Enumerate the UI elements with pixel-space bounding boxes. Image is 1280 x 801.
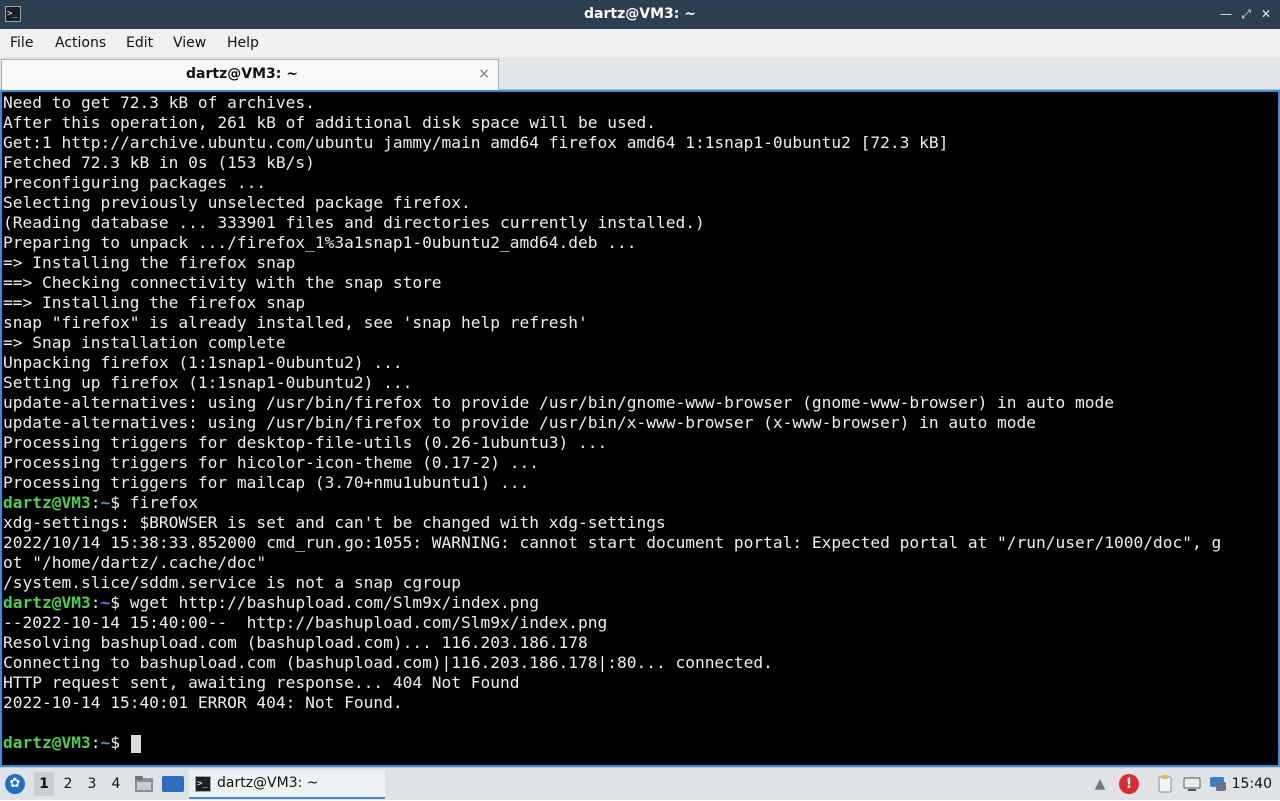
terminal-line: Processing triggers for mailcap (3.70+nm…	[3, 473, 530, 492]
minimize-icon[interactable]: —	[1218, 6, 1234, 22]
workspace-3[interactable]: 3	[82, 772, 102, 796]
network-icon[interactable]	[1182, 774, 1202, 794]
terminal-line: Connecting to bashupload.com (bashupload…	[3, 653, 773, 672]
terminal-line: Get:1 http://archive.ubuntu.com/ubuntu j…	[3, 133, 949, 152]
terminal-line: After this operation, 261 kB of addition…	[3, 113, 656, 132]
prompt-separator: :	[90, 593, 101, 612]
clipboard-icon[interactable]	[1155, 774, 1175, 794]
terminal-line: Setting up firefox (1:1snap1-0ubuntu2) .…	[3, 373, 413, 392]
maximize-icon[interactable]: ⤢	[1238, 6, 1254, 22]
prompt-separator: :	[90, 493, 101, 512]
chat-icon[interactable]	[1208, 774, 1228, 794]
command-text	[120, 733, 130, 752]
terminal-line: 2022-10-14 15:40:01 ERROR 404: Not Found…	[3, 693, 403, 712]
menu-edit[interactable]: Edit	[126, 29, 153, 57]
tab-bar: dartz@VM3: ~ ×	[0, 57, 1280, 90]
terminal-line: (Reading database ... 333901 files and d…	[3, 213, 705, 232]
terminal-line: /system.slice/sddm.service is not a snap…	[3, 573, 462, 592]
prompt-user-host: dartz@VM3	[3, 593, 91, 612]
terminal-line: Preconfiguring packages ...	[3, 173, 267, 192]
menu-actions[interactable]: Actions	[55, 29, 106, 57]
tab-label: dartz@VM3: ~	[186, 66, 298, 82]
terminal-line: dartz@VM3:~$	[3, 733, 1258, 753]
terminal-line: Unpacking firefox (1:1snap1-0ubuntu2) ..…	[3, 353, 403, 372]
terminal-line: ==> Installing the firefox snap	[3, 293, 306, 312]
tab-close-icon[interactable]: ×	[478, 60, 490, 88]
prompt-user-host: dartz@VM3	[3, 493, 91, 512]
terminal-line: Processing triggers for desktop-file-uti…	[3, 433, 608, 452]
menu-help[interactable]: Help	[227, 29, 259, 57]
prompt-symbol: $	[110, 733, 120, 752]
terminal-icon: >_	[195, 776, 211, 792]
terminal-line: ot "/home/dartz/.cache/doc"	[3, 553, 267, 572]
text-cursor	[130, 734, 141, 753]
terminal-line: => Snap installation complete	[3, 333, 286, 352]
prompt-user-host: dartz@VM3	[3, 733, 91, 752]
terminal-line: Selecting previously unselected package …	[3, 193, 471, 212]
clock[interactable]: 15:40	[1232, 768, 1272, 801]
prompt-symbol: $	[110, 493, 120, 512]
prompt-path: ~	[100, 593, 111, 612]
terminal-line: snap "firefox" is already installed, see…	[3, 313, 588, 332]
terminal-line: Preparing to unpack .../firefox_1%3a1sna…	[3, 233, 637, 252]
tab-terminal[interactable]: dartz@VM3: ~ ×	[1, 59, 499, 90]
prompt-separator: :	[90, 733, 101, 752]
terminal-line: Resolving bashupload.com (bashupload.com…	[3, 633, 588, 652]
task-label: dartz@VM3: ~	[217, 775, 319, 791]
terminal-line: xdg-settings: $BROWSER is set and can't …	[3, 513, 666, 532]
terminal-line: HTTP request sent, awaiting response... …	[3, 673, 520, 692]
menu-bar: File Actions Edit View Help	[0, 29, 1280, 57]
terminal-line: update-alternatives: using /usr/bin/fire…	[3, 413, 1037, 432]
menu-file[interactable]: File	[10, 29, 33, 57]
workspace-2[interactable]: 2	[58, 772, 78, 796]
terminal-line: update-alternatives: using /usr/bin/fire…	[3, 393, 1115, 412]
terminal-line: 2022/10/14 15:38:33.852000 cmd_run.go:10…	[3, 533, 1222, 552]
command-text: firefox	[119, 493, 198, 512]
command-text: wget http://bashupload.com/Slm9x/index.p…	[119, 593, 540, 612]
workspace-1[interactable]: 1	[34, 772, 54, 796]
warning-icon[interactable]: !	[1119, 774, 1139, 794]
taskbar: ✿ 1 2 3 4 >_ dartz@VM3: ~ ▲ ! 15:40	[0, 767, 1280, 800]
close-icon[interactable]: ✕	[1258, 6, 1274, 22]
terminal-line: dartz@VM3:~$ wget http://bashupload.com/…	[3, 593, 1258, 613]
taskbar-task-terminal[interactable]: >_ dartz@VM3: ~	[189, 770, 385, 799]
terminal-line: => Installing the firefox snap	[3, 253, 296, 272]
show-desktop-icon[interactable]	[162, 776, 184, 792]
terminal-output: Need to get 72.3 kB of archives. After th…	[3, 93, 1258, 753]
terminal-view[interactable]: Need to get 72.3 kB of archives. After th…	[0, 90, 1280, 767]
menu-view[interactable]: View	[173, 29, 206, 57]
window-titlebar: >_ dartz@VM3: ~ — ⤢ ✕	[0, 0, 1280, 29]
terminal-line: Need to get 72.3 kB of archives.	[3, 93, 315, 112]
terminal-line: Processing triggers for hicolor-icon-the…	[3, 453, 540, 472]
prompt-path: ~	[100, 733, 111, 752]
update-notifier-icon[interactable]: ▲	[1090, 774, 1110, 794]
file-manager-icon[interactable]	[134, 774, 154, 794]
workspace-4[interactable]: 4	[106, 772, 126, 796]
terminal-line: --2022-10-14 15:40:00-- http://bashuploa…	[3, 613, 608, 632]
window-title: dartz@VM3: ~	[584, 6, 696, 22]
prompt-path: ~	[100, 493, 111, 512]
terminal-line: ==> Checking connectivity with the snap …	[3, 273, 442, 292]
terminal-line: Fetched 72.3 kB in 0s (153 kB/s)	[3, 153, 315, 172]
start-menu-icon[interactable]: ✿	[5, 774, 25, 794]
prompt-symbol: $	[110, 593, 120, 612]
terminal-line: dartz@VM3:~$ firefox	[3, 493, 1258, 513]
